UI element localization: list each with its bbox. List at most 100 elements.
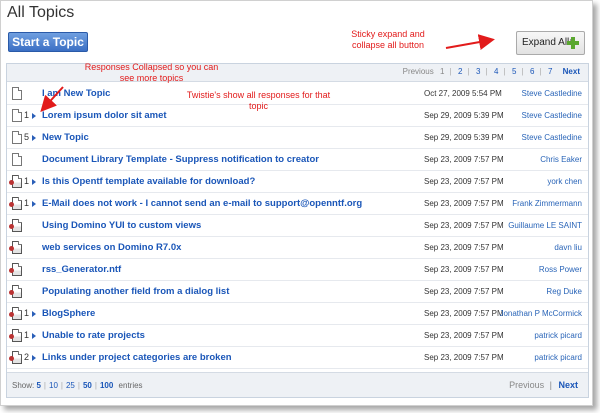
page-link-1[interactable]: 1 [440,67,444,76]
twistie-expand-icon[interactable] [32,311,36,317]
pager-separator: | [449,67,452,76]
topic-title-link[interactable]: Document Library Template - Suppress not… [42,154,319,165]
twistie-expand-icon[interactable] [32,113,36,119]
topic-date: Sep 29, 2009 5:39 PM [424,133,504,142]
size-separator: | [43,381,46,390]
topic-date: Sep 23, 2009 7:57 PM [424,243,504,252]
size-separator: | [94,381,97,390]
response-document-icon [9,219,22,232]
twistie-expand-icon[interactable] [32,201,36,207]
topic-row[interactable]: 2 Links under project categories are brok… [7,347,588,369]
pager-separator: | [467,67,470,76]
topic-title-link[interactable]: Unable to rate projects [42,330,145,341]
twistie-expand-icon[interactable] [32,333,36,339]
page-link-2[interactable]: 2 [458,67,462,76]
page-link-4[interactable]: 4 [494,67,498,76]
start-topic-button[interactable]: Start a Topic [8,32,88,52]
page-link-5[interactable]: 5 [512,67,516,76]
window-frame: All Topics Start a Topic Expand All: Pre… [0,0,593,406]
response-document-icon [9,285,22,298]
twistie-expand-icon[interactable] [32,355,36,361]
page-size-10[interactable]: 10 [49,381,58,390]
response-count: 1 [24,308,30,318]
topic-author-link[interactable]: Steve Castledine [522,89,582,98]
topic-author-link[interactable]: patrick picard [534,331,582,340]
expand-all-button[interactable]: Expand All: [516,31,585,55]
response-count: 1 [24,330,30,340]
topic-row[interactable]: rss_Generator.ntf Sep 23, 2009 7:57 PM Ros… [7,259,588,281]
topic-author-link[interactable]: york chen [547,177,582,186]
topic-date: Sep 23, 2009 7:57 PM [424,331,504,340]
response-document-icon [9,307,22,320]
page-size-100[interactable]: 100 [100,381,113,390]
topic-date: Sep 23, 2009 7:57 PM [424,155,504,164]
page-size-5[interactable]: 5 [36,381,40,390]
top-pager: Previous 1 | 2 | 3 | 4 | 5 | 6 | 7 Next [399,67,580,76]
expand-all-label: Expand All: [522,37,573,48]
pager-separator: | [503,67,506,76]
topic-title-link[interactable]: New Topic [42,132,89,143]
topic-author-link[interactable]: Ross Power [539,265,582,274]
document-icon [12,109,22,122]
topic-row[interactable]: 1 BlogSphere Sep 23, 2009 7:57 PM Jonathan … [7,303,588,325]
pager-separator: | [521,67,524,76]
document-icon [12,153,22,166]
bottom-separator: | [549,380,552,390]
twistie-expand-icon[interactable] [32,135,36,141]
topic-author-link[interactable]: patrick picard [534,353,582,362]
topic-title-link[interactable]: Is this Opentf template available for do… [42,176,255,187]
topic-date: Sep 23, 2009 7:57 PM [424,353,504,362]
topic-title-link[interactable]: Using Domino YUI to custom views [42,220,201,231]
topic-author-link[interactable]: Steve Castledine [522,133,582,142]
pager-separator: | [539,67,542,76]
topic-row[interactable]: 5 New Topic Sep 29, 2009 5:39 PM Steve Cast… [7,127,588,149]
response-count: 2 [24,352,30,362]
page-size-25[interactable]: 25 [66,381,75,390]
topic-title-link[interactable]: BlogSphere [42,308,95,319]
response-document-icon [9,241,22,254]
topic-row[interactable]: Using Domino YUI to custom views Sep 23, … [7,215,588,237]
response-document-icon [9,351,22,364]
page-link-6[interactable]: 6 [530,67,534,76]
topic-title-link[interactable]: E-Mail does not work - I cannot send an … [42,198,362,209]
plus-icon [567,37,579,49]
topic-author-link[interactable]: Jonathan P McCormick [499,309,582,318]
topic-title-link[interactable]: rss_Generator.ntf [42,264,121,275]
topic-author-link[interactable]: Guillaume LE SAINT [508,221,582,230]
response-count: 1 [24,176,30,186]
topic-row[interactable]: Document Library Template - Suppress not… [7,149,588,171]
bottom-next-link[interactable]: Next [558,380,578,390]
size-separator: | [60,381,63,390]
page-size-50[interactable]: 50 [83,381,92,390]
twistie-expand-icon[interactable] [32,179,36,185]
topic-row[interactable]: 1 Unable to rate projects Sep 23, 2009 7:5… [7,325,588,347]
topic-author-link[interactable]: Reg Duke [546,287,582,296]
page-link-7[interactable]: 7 [548,67,552,76]
response-document-icon [9,263,22,276]
response-document-icon [9,329,22,342]
bottom-pager: Previous | Next [509,380,578,390]
topic-author-link[interactable]: Frank Zimmermann [512,199,582,208]
topic-title-link[interactable]: I am New Topic [42,88,110,99]
page-link-3[interactable]: 3 [476,67,480,76]
bottom-previous: Previous [509,380,545,390]
topic-title-link[interactable]: Populating another field from a dialog l… [42,286,229,297]
annotation-twistie: Twistie's show all responses for that to… [186,90,331,111]
topic-row[interactable]: Populating another field from a dialog l… [7,281,588,303]
page-title: All Topics [7,4,75,21]
topic-author-link[interactable]: Steve Castledine [522,111,582,120]
topic-row[interactable]: 1 E-Mail does not work - I cannot send an… [7,193,588,215]
topic-title-link[interactable]: web services on Domino R7.0x [42,242,181,253]
topic-row[interactable]: web services on Domino R7.0x Sep 23, 2009… [7,237,588,259]
topic-title-link[interactable]: Links under project categories are broke… [42,352,232,363]
topic-date: Sep 23, 2009 7:57 PM [424,287,504,296]
topic-list: Previous 1 | 2 | 3 | 4 | 5 | 6 | 7 Next … [6,63,589,398]
topic-author-link[interactable]: Chris Eaker [540,155,582,164]
annotation-sticky: Sticky expand and collapse all button [351,29,425,50]
pager-next-link[interactable]: Next [563,67,580,76]
topic-title-link[interactable]: Lorem ipsum dolor sit amet [42,110,167,121]
topic-author-link[interactable]: davn liu [554,243,582,252]
topic-row[interactable]: 1 Is this Opentf template available for d… [7,171,588,193]
response-count: 1 [24,198,30,208]
bottom-pager-bar: Show: 5 | 10 | 25 | 50 | 100 entries Previous | … [7,372,588,397]
